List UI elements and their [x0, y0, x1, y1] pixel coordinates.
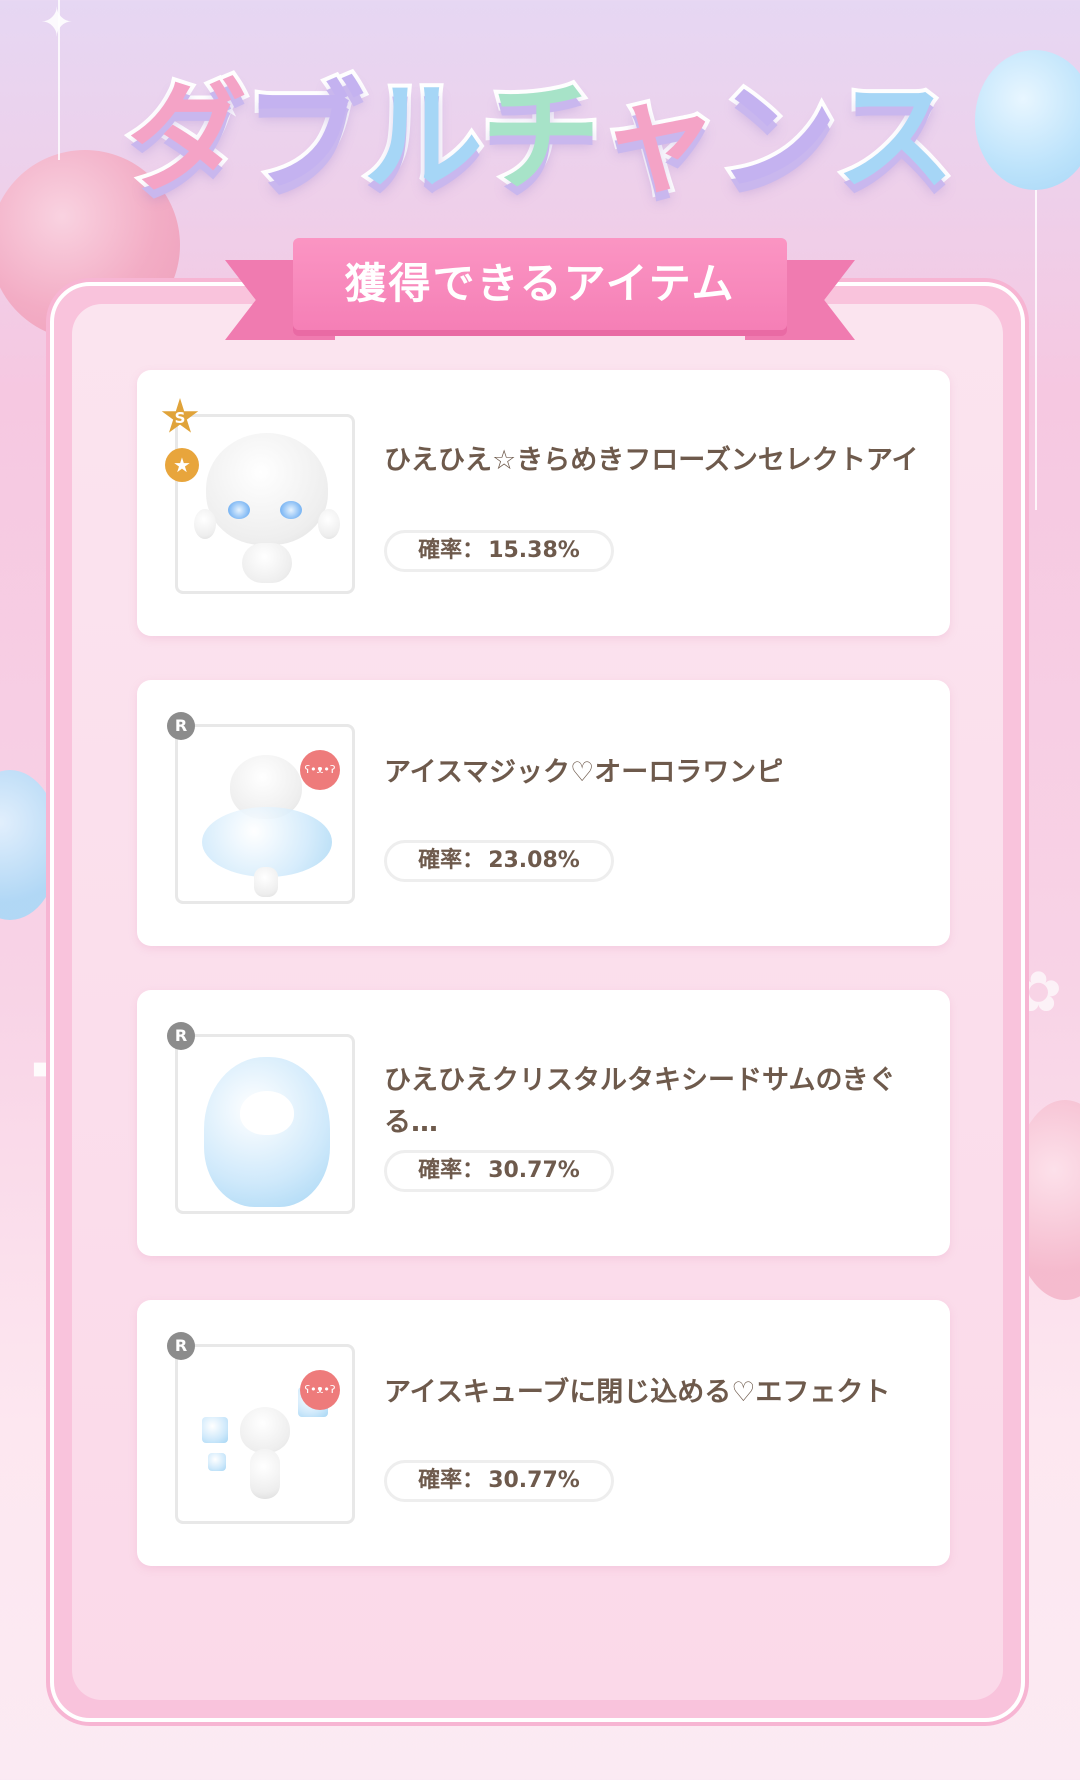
rate-label: 確率：	[418, 848, 485, 873]
item-name: ひえひえ☆きらめきフローズンセレクトアイ	[384, 445, 919, 476]
page-title: ダブルチャンス	[0, 40, 1080, 214]
item-card[interactable]: R ひえひえクリスタルタキシードサムのきぐる… 確率： 30.77%	[137, 990, 950, 1256]
rate-pill: 確率： 30.77%	[384, 1150, 614, 1192]
rank-r-icon: R	[167, 712, 195, 740]
bear-badge-icon: ʕ•ᴥ•ʔ	[300, 750, 340, 790]
item-card[interactable]: S ★ ひえひえ☆きらめきフローズンセレクトアイ 確率： 15.38%	[137, 370, 950, 636]
balloon-string	[1035, 190, 1037, 510]
rate-value: 30.77%	[488, 1158, 580, 1183]
title-char: ャ	[595, 65, 723, 212]
item-name: アイスキューブに閉じ込める♡エフェクト	[384, 1377, 891, 1408]
rank-label: R	[174, 1336, 188, 1355]
rate-label: 確率：	[418, 1468, 485, 1493]
star-badge-icon: ★	[165, 448, 199, 482]
title-char: ス	[831, 65, 959, 212]
rate-value: 15.38%	[488, 538, 580, 563]
title-char: ダ	[123, 65, 251, 212]
rank-label: S	[174, 409, 186, 427]
rate-label: 確率：	[418, 538, 485, 563]
item-card[interactable]: R ʕ•ᴥ•ʔ アイスマジック♡オーロラワンピ 確率： 23.08%	[137, 680, 950, 946]
item-name: ひえひえクリスタルタキシードサムのきぐる…	[384, 1065, 896, 1138]
title-char: ブ	[241, 65, 369, 212]
rate-pill: 確率： 15.38%	[384, 530, 614, 572]
rate-value: 30.77%	[488, 1468, 580, 1493]
title-char: チ	[477, 65, 605, 212]
item-name: アイスマジック♡オーロラワンピ	[384, 757, 784, 788]
rank-r-icon: R	[167, 1022, 195, 1050]
item-thumbnail	[175, 414, 355, 594]
rate-pill: 確率： 23.08%	[384, 840, 614, 882]
title-char: ン	[713, 65, 841, 212]
section-ribbon: 獲得できるアイテム	[225, 238, 855, 348]
rank-r-icon: R	[167, 1332, 195, 1360]
rate-pill: 確率： 30.77%	[384, 1460, 614, 1502]
item-card[interactable]: R ʕ•ᴥ•ʔ アイスキューブに閉じ込める♡エフェクト 確率： 30.77%	[137, 1300, 950, 1566]
section-title: 獲得できるアイテム	[344, 259, 736, 308]
rate-value: 23.08%	[488, 848, 580, 873]
rank-label: R	[174, 716, 188, 735]
rank-label: R	[174, 1026, 188, 1045]
title-char: ル	[359, 65, 487, 212]
bear-badge-icon: ʕ•ᴥ•ʔ	[300, 1370, 340, 1410]
item-thumbnail	[175, 1034, 355, 1214]
rate-label: 確率：	[418, 1158, 485, 1183]
